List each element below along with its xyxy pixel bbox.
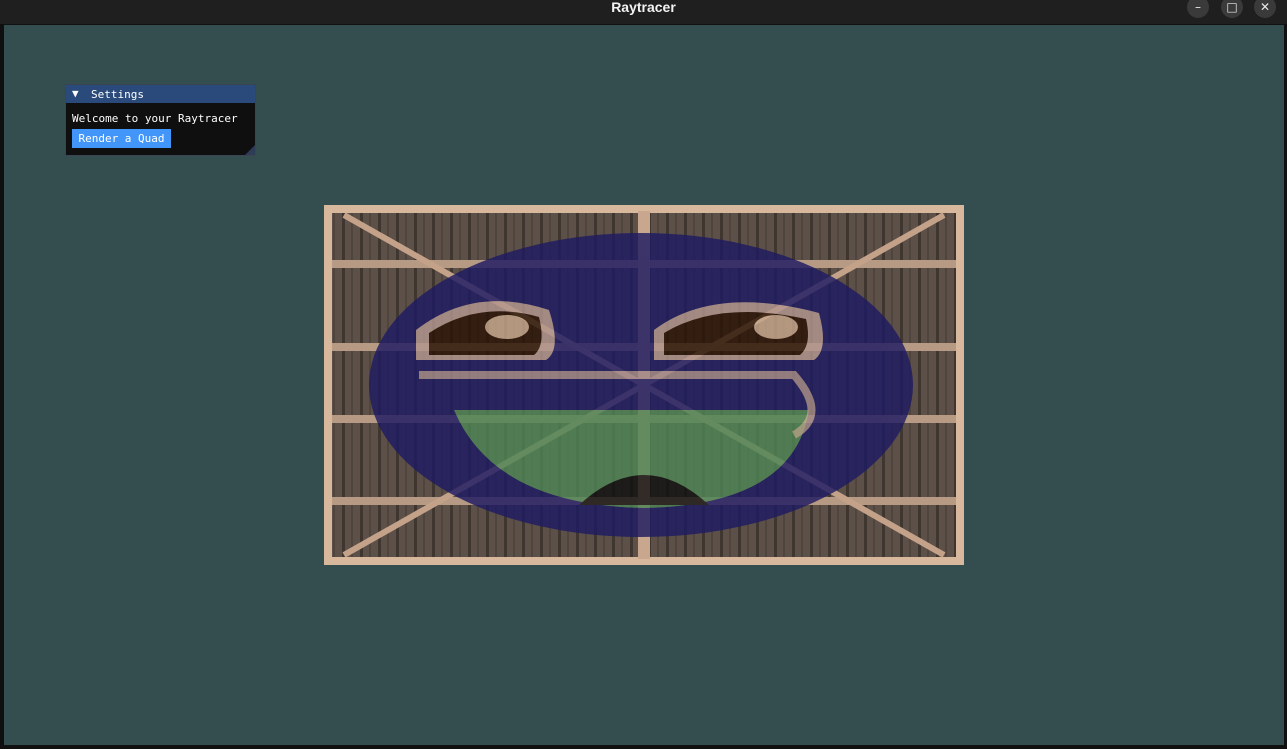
resize-grip-icon[interactable] — [245, 145, 255, 155]
window-titlebar[interactable]: Raytracer – □ ✕ — [0, 0, 1287, 25]
settings-header[interactable]: ▼ Settings — [66, 85, 255, 103]
settings-title: Settings — [91, 88, 144, 101]
window-title: Raytracer — [611, 0, 676, 15]
settings-window[interactable]: ▼ Settings Welcome to your Raytracer Ren… — [65, 84, 256, 156]
collapse-arrow-icon[interactable]: ▼ — [72, 87, 79, 100]
welcome-text: Welcome to your Raytracer — [72, 112, 238, 125]
rendered-quad-image — [324, 205, 964, 565]
render-quad-button[interactable]: Render a Quad — [72, 129, 171, 148]
smiley-overlay — [369, 233, 913, 537]
bottom-edge — [0, 745, 1287, 749]
